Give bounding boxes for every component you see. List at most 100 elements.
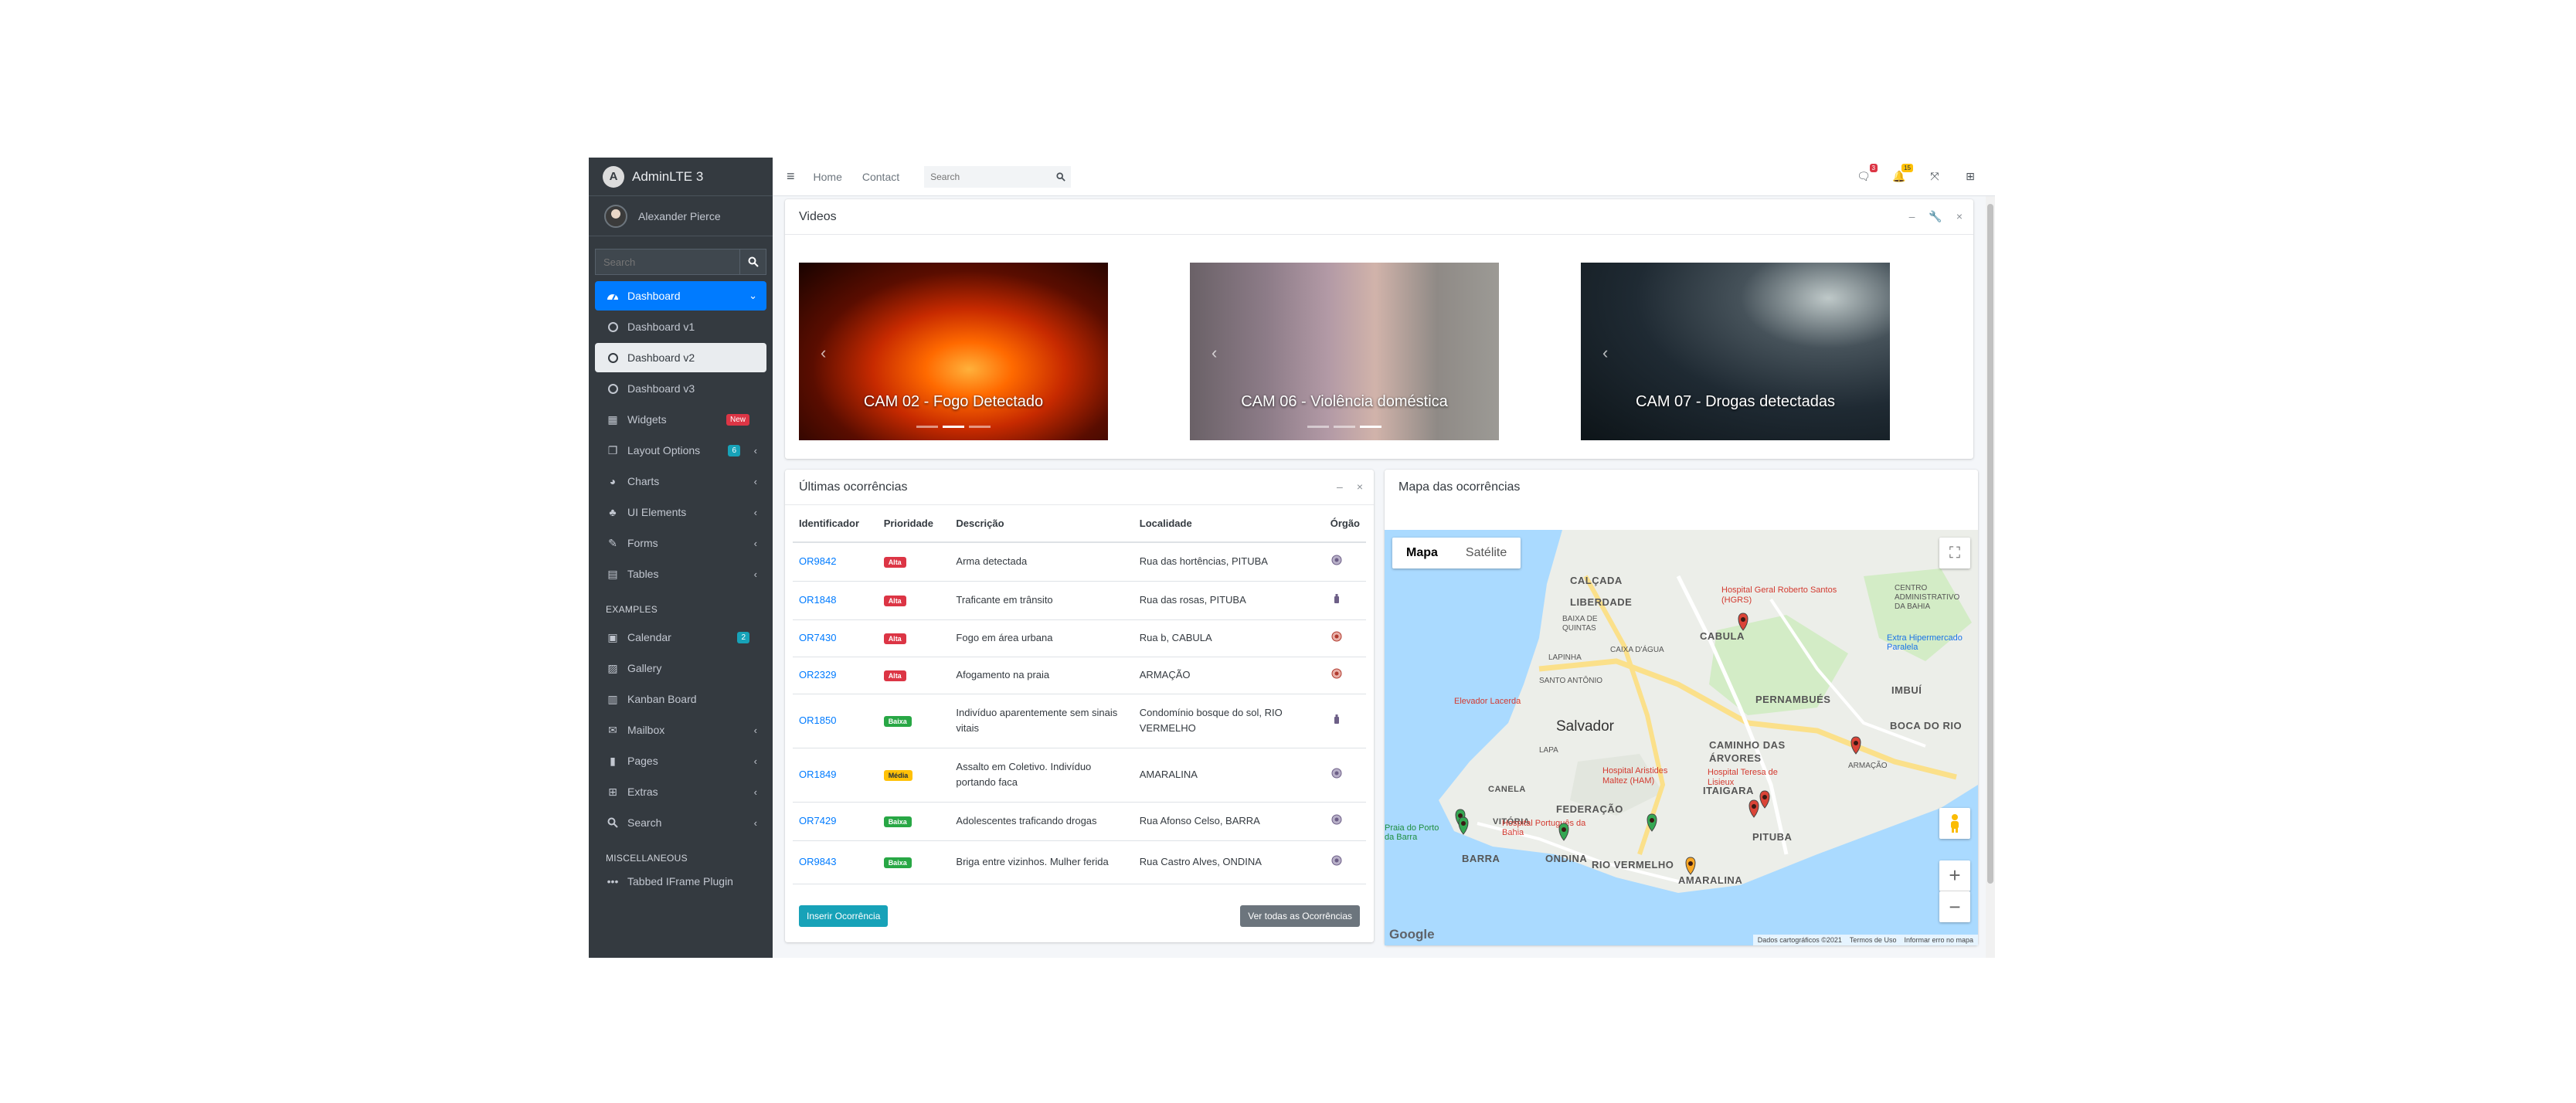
video-cam-06[interactable]: ‹ CAM 06 - Violência doméstica: [1190, 263, 1499, 440]
sidebar-item-calendar[interactable]: ▣ Calendar 2: [595, 623, 766, 652]
sidebar-item-forms[interactable]: ✎ Forms ‹: [595, 528, 766, 558]
sidebar-item-pages[interactable]: ▮ Pages ‹: [595, 746, 766, 775]
sidebar-item-mailbox[interactable]: ✉ Mailbox ‹: [595, 715, 766, 745]
table-row[interactable]: OR2329 Alta Afogamento na praia ARMAÇÃO: [793, 657, 1366, 694]
sidebar-item-extras[interactable]: ⊞ Extras ‹: [595, 777, 766, 806]
report-error-link[interactable]: Informar erro no mapa: [1904, 936, 1973, 944]
notifications-button[interactable]: 🔔 15: [1891, 164, 1913, 184]
user-panel[interactable]: Alexander Pierce: [589, 196, 773, 236]
map-poi[interactable]: Hospital Geral Roberto Santos (HGRS): [1721, 585, 1853, 606]
zoom-in-button[interactable]: +: [1939, 860, 1970, 891]
scrollbar-thumb[interactable]: [1987, 204, 1993, 884]
nav-link-contact[interactable]: Contact: [862, 171, 899, 183]
video-cam-07[interactable]: ‹ CAM 07 - Drogas detectadas: [1581, 263, 1890, 440]
sidebar-search-button[interactable]: [740, 249, 766, 275]
indicator[interactable]: [1360, 426, 1381, 428]
sidebar-item-dashboard-v2[interactable]: Dashboard v2: [595, 343, 766, 372]
map-poi[interactable]: Praia do Porto da Barra: [1385, 823, 1446, 842]
fullscreen-button[interactable]: ⤧: [1927, 168, 1942, 184]
sidebar-search-input[interactable]: [595, 249, 740, 275]
view-all-occurrences-button[interactable]: Ver todas as Ocorrências: [1240, 905, 1360, 927]
sidebar-item-dashboard[interactable]: Dashboard ⌄: [595, 281, 766, 311]
close-icon[interactable]: ×: [1357, 480, 1363, 493]
fire-extinguisher-icon[interactable]: [1330, 713, 1343, 725]
occurrence-id-link[interactable]: OR7430: [799, 632, 836, 643]
occurrence-id-link[interactable]: OR1849: [799, 769, 836, 780]
occurrence-id-link[interactable]: OR9843: [799, 856, 836, 867]
wrench-icon[interactable]: 🔧: [1929, 210, 1942, 223]
sidebar-item-widgets[interactable]: ▦ Widgets New: [595, 405, 766, 434]
police-badge-icon[interactable]: [1330, 813, 1343, 826]
sidebar-item-kanban[interactable]: ▥ Kanban Board: [595, 684, 766, 714]
indicator[interactable]: [943, 426, 964, 428]
sidebar-item-gallery[interactable]: ▨ Gallery: [595, 653, 766, 683]
police-badge-icon[interactable]: [1330, 554, 1343, 566]
fire-department-icon[interactable]: [1330, 630, 1343, 643]
video-cam-02[interactable]: ‹ CAM 02 - Fogo Detectado: [799, 263, 1108, 440]
sidebar-item-charts[interactable]: ◕ Charts ‹: [595, 467, 766, 496]
messages-button[interactable]: 🗨 3: [1856, 164, 1878, 184]
table-row[interactable]: OR7430 Alta Fogo em área urbana Rua b, CABU…: [793, 619, 1366, 657]
close-icon[interactable]: ×: [1956, 210, 1963, 223]
fire-extinguisher-icon[interactable]: [1330, 592, 1343, 605]
carousel-prev-icon[interactable]: ‹: [1602, 343, 1608, 363]
carousel-prev-icon[interactable]: ‹: [1212, 343, 1217, 363]
map-poi[interactable]: Extra Hipermercado Paralela: [1887, 633, 1964, 652]
indicator[interactable]: [916, 426, 938, 428]
page-scrollbar[interactable]: [1986, 196, 1995, 958]
map-poi[interactable]: Elevador Lacerda: [1454, 697, 1521, 706]
street-view-pegman[interactable]: [1939, 808, 1970, 839]
map-poi[interactable]: Hospital Português da Bahia: [1502, 819, 1602, 837]
sidebar-item-ui-elements[interactable]: ♣ UI Elements ‹: [595, 497, 766, 527]
sidebar-item-tabbed-iframe[interactable]: ••• Tabbed IFrame Plugin: [595, 867, 766, 896]
indicator[interactable]: [1334, 426, 1355, 428]
table-row[interactable]: OR1849 Média Assalto em Coletivo. Indivídu…: [793, 748, 1366, 803]
table-row[interactable]: OR1850 Baixa Indivíduo aparentemente sem s…: [793, 694, 1366, 748]
map-poi[interactable]: Hospital Teresa de Lisieux: [1708, 768, 1793, 788]
police-badge-icon[interactable]: [1330, 767, 1343, 779]
minus-icon[interactable]: –: [1337, 480, 1343, 493]
column-header[interactable]: Identificador: [793, 505, 878, 543]
zoom-out-button[interactable]: −: [1939, 891, 1970, 922]
column-header[interactable]: Órgão: [1324, 505, 1366, 543]
map[interactable]: CALÇADA LIBERDADE CABULA PERNAMBUÉS BOCA…: [1385, 530, 1978, 945]
cell-agency: [1324, 619, 1366, 657]
cell-location: Rua Castro Alves, ONDINA: [1133, 840, 1324, 884]
table-row[interactable]: OR7429 Baixa Adolescentes traficando droga…: [793, 802, 1366, 841]
occurrence-id-link[interactable]: OR1848: [799, 594, 836, 606]
insert-occurrence-button[interactable]: Inserir Ocorrência: [799, 905, 889, 927]
sidebar-item-dashboard-v3[interactable]: Dashboard v3: [595, 374, 766, 403]
police-badge-icon[interactable]: [1330, 854, 1343, 867]
occurrence-id-link[interactable]: OR2329: [799, 669, 836, 680]
videos-card-title: Videos: [799, 209, 837, 223]
brand-link[interactable]: A AdminLTE 3: [589, 158, 773, 196]
carousel-prev-icon[interactable]: ‹: [821, 343, 826, 363]
column-header[interactable]: Localidade: [1133, 505, 1324, 543]
terms-link[interactable]: Termos de Uso: [1850, 936, 1897, 944]
indicator[interactable]: [1307, 426, 1329, 428]
indicator[interactable]: [969, 426, 991, 428]
sidebar-item-tables[interactable]: ▤ Tables ‹: [595, 559, 766, 589]
map-poi[interactable]: Hospital Aristides Maltez (HAM): [1602, 766, 1680, 786]
table-row[interactable]: OR9842 Alta Arma detectada Rua das hortênci…: [793, 542, 1366, 582]
column-header[interactable]: Descrição: [950, 505, 1133, 543]
occurrence-id-link[interactable]: OR1850: [799, 714, 836, 726]
topbar-search-input[interactable]: [924, 165, 1052, 188]
hamburger-menu-icon[interactable]: ≡: [787, 168, 795, 185]
nav-link-home[interactable]: Home: [814, 171, 842, 183]
occurrence-id-link[interactable]: OR7429: [799, 815, 836, 826]
map-type-satellite-button[interactable]: Satélite: [1452, 538, 1521, 568]
sidebar-item-search[interactable]: Search ‹: [595, 808, 766, 837]
sidebar-item-layout-options[interactable]: ❐ Layout Options 6 ‹: [595, 436, 766, 465]
control-sidebar-button[interactable]: ⊞: [1963, 168, 1978, 184]
table-row[interactable]: OR9843 Baixa Briga entre vizinhos. Mulher …: [793, 840, 1366, 884]
topbar-search-button[interactable]: [1051, 165, 1072, 188]
column-header[interactable]: Prioridade: [877, 505, 950, 543]
occurrence-id-link[interactable]: OR9842: [799, 555, 836, 567]
fire-department-icon[interactable]: [1330, 667, 1343, 680]
table-row[interactable]: OR1848 Alta Traficante em trânsito Rua das …: [793, 581, 1366, 620]
sidebar-item-dashboard-v1[interactable]: Dashboard v1: [595, 312, 766, 341]
fullscreen-map-button[interactable]: ⛶: [1939, 538, 1970, 568]
map-type-map-button[interactable]: Mapa: [1392, 538, 1452, 568]
minus-icon[interactable]: –: [1909, 210, 1915, 223]
